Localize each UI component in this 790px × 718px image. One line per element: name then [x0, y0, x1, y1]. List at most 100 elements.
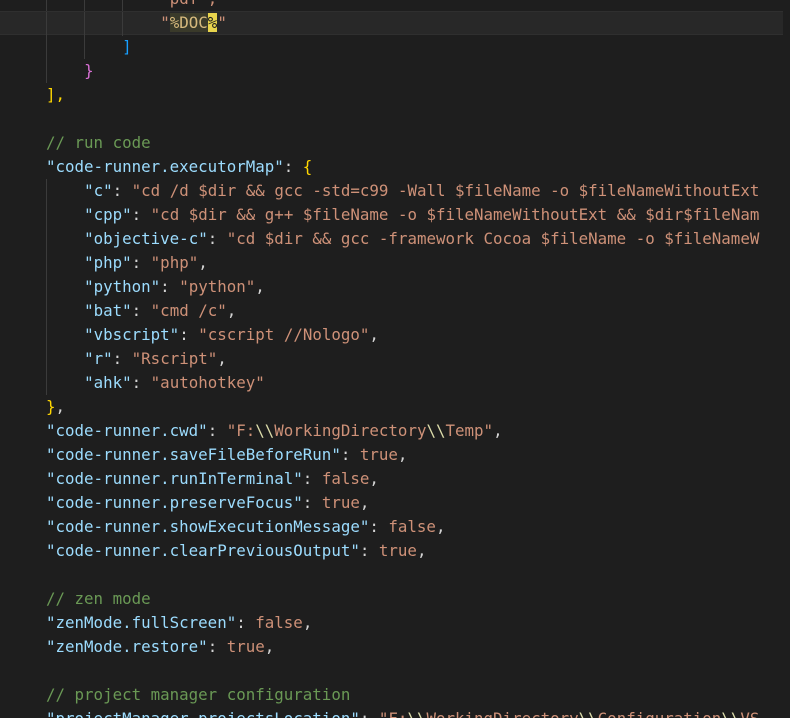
indent-guide [84, 0, 86, 11]
indent-guide [46, 59, 47, 83]
code-line[interactable]: "code-runner.clearPreviousOutput": true, [0, 539, 790, 563]
code-line-current[interactable]: "%DOC%" [0, 11, 783, 36]
code-line-text: }, [46, 395, 65, 419]
code-token: , [435, 517, 446, 536]
code-token: : [369, 517, 389, 536]
code-token: "pdf", [160, 0, 217, 8]
code-token: "cpp" [84, 205, 132, 224]
indent-guide [46, 371, 47, 395]
code-token: % [207, 13, 218, 32]
code-line-text: // zen mode [46, 587, 151, 611]
indent-guide [46, 299, 47, 323]
code-line[interactable]: }, [0, 395, 790, 419]
code-token: "c" [84, 181, 113, 200]
code-token: : [112, 181, 132, 200]
code-line[interactable]: "code-runner.saveFileBeforeRun": true, [0, 443, 790, 467]
code-token: "ahk" [84, 373, 132, 392]
code-token: "python" [84, 277, 161, 296]
code-token: } [46, 397, 56, 416]
code-line[interactable]: // run code [0, 131, 790, 155]
code-line-text: "bat": "cmd /c", [84, 299, 236, 323]
code-line[interactable]: "r": "Rscript", [0, 347, 790, 371]
code-line[interactable]: "bat": "cmd /c", [0, 299, 790, 323]
code-token: Temp" [445, 421, 494, 440]
code-token: "F: [379, 709, 408, 718]
code-token: : [207, 421, 227, 440]
indent-guide [46, 203, 47, 227]
code-line[interactable]: "ahk": "autohotkey" [0, 371, 790, 395]
code-token: , [255, 277, 265, 296]
editor-scroll-edge[interactable] [783, 0, 790, 718]
code-line[interactable]: "objective-c": "cd $dir && gcc -framewor… [0, 227, 790, 251]
code-token: , [369, 469, 379, 488]
code-line[interactable]: "zenMode.fullScreen": false, [0, 611, 790, 635]
code-token: "php" [150, 253, 199, 272]
code-token: true [226, 637, 265, 656]
code-token: " [217, 13, 227, 32]
code-token: : [207, 637, 227, 656]
code-token: \\ [407, 709, 426, 718]
code-token: { [302, 157, 313, 176]
code-editor[interactable]: "pdf", "%DOC%"]}], // run code "code-runner… [0, 0, 790, 718]
code-line-text: // run code [46, 131, 151, 155]
code-line[interactable]: "code-runner.executorMap": { [0, 155, 790, 179]
code-line-text: "code-runner.runInTerminal": false, [46, 467, 379, 491]
code-line[interactable]: "code-runner.showExecutionMessage": fals… [0, 515, 790, 539]
code-token: : [131, 373, 151, 392]
code-token: ], [46, 85, 66, 104]
code-line[interactable]: "zenMode.restore": true, [0, 635, 790, 659]
indent-guide [46, 227, 47, 251]
code-token: // run code [46, 133, 151, 152]
code-token: : [236, 613, 256, 632]
code-line[interactable]: "python": "python", [0, 275, 790, 299]
code-line-text: "zenMode.fullScreen": false, [46, 611, 312, 635]
code-line[interactable]: // project manager configuration [0, 683, 790, 707]
code-token: " [160, 13, 170, 32]
code-line[interactable]: "php": "php", [0, 251, 790, 275]
code-line-text: "vbscript": "cscript //Nologo", [84, 323, 379, 347]
code-line-text: "code-runner.cwd": "F:\\WorkingDirectory… [46, 419, 503, 443]
code-token: : [179, 325, 199, 344]
code-line-text: "ahk": "autohotkey" [84, 371, 265, 395]
code-token: , [369, 325, 379, 344]
code-token: \\ [579, 709, 598, 718]
code-token: "code-runner.showExecutionMessage" [46, 517, 370, 536]
code-line[interactable] [0, 563, 790, 587]
code-token: false [321, 469, 370, 488]
indent-guide [46, 251, 47, 275]
code-token: , [397, 445, 408, 464]
code-line[interactable]: "projectManager.projectsLocation": "F:\\… [0, 707, 790, 718]
code-token: "python" [179, 277, 256, 296]
code-line[interactable]: "c": "cd /d $dir && gcc -std=c99 -Wall $… [0, 179, 790, 203]
code-token: WorkingDirectory [274, 421, 427, 440]
code-token: "r" [84, 349, 113, 368]
code-token: true [359, 445, 398, 464]
code-token: // project manager configuration [46, 685, 351, 704]
code-line[interactable]: "code-runner.preserveFocus": true, [0, 491, 790, 515]
indent-guide [84, 12, 86, 36]
code-line[interactable] [0, 107, 790, 131]
code-line[interactable]: "cpp": "cd $dir && g++ $fileName -o $fil… [0, 203, 790, 227]
code-line[interactable]: } [0, 59, 790, 83]
code-line[interactable]: "pdf", [0, 0, 790, 11]
code-token: \\ [721, 709, 740, 718]
code-token: WorkingDirectory [426, 709, 578, 718]
code-line-text: "cpp": "cd $dir && g++ $fileName -o $fil… [84, 203, 759, 227]
code-token: : [283, 157, 303, 176]
code-token: "cscript //Nologo" [198, 325, 370, 344]
code-token: VS [740, 709, 759, 718]
code-line[interactable]: "code-runner.runInTerminal": false, [0, 467, 790, 491]
code-token: , [493, 421, 503, 440]
code-line[interactable]: // zen mode [0, 587, 790, 611]
code-token: "code-runner.runInTerminal" [46, 469, 303, 488]
code-line[interactable]: ], [0, 83, 790, 107]
code-line[interactable]: "code-runner.cwd": "F:\\WorkingDirectory… [0, 419, 790, 443]
code-line[interactable] [0, 659, 790, 683]
code-line[interactable]: "vbscript": "cscript //Nologo", [0, 323, 790, 347]
code-token: "cd /d $dir && gcc -std=c99 -Wall $fileN… [131, 181, 760, 200]
code-lines[interactable]: "pdf", "%DOC%"]}], // run code "code-runner… [0, 0, 790, 718]
code-line-text: "code-runner.executorMap": { [46, 155, 312, 179]
code-line[interactable]: ] [0, 35, 790, 59]
code-token: "cd $dir && g++ $fileName -o $fileNameWi… [150, 205, 760, 224]
indent-guide [46, 0, 47, 11]
